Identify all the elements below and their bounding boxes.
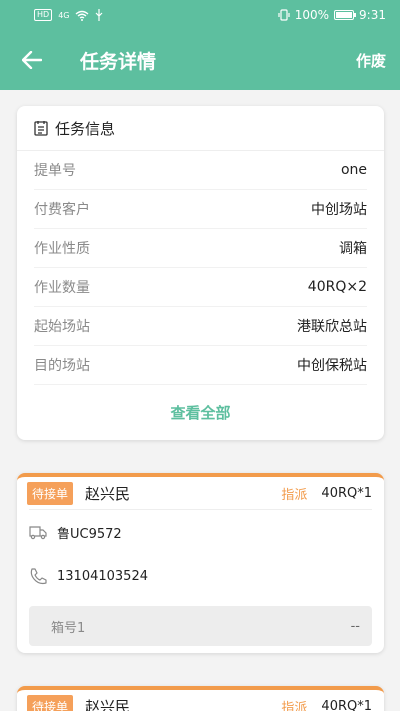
hd-indicator: HD bbox=[34, 9, 53, 21]
container-number-value: -- bbox=[350, 618, 360, 634]
info-value: 40RQ×2 bbox=[307, 279, 367, 295]
info-value: 中创场站 bbox=[311, 202, 367, 218]
info-value: 调箱 bbox=[339, 241, 367, 257]
driver-phone[interactable]: 13104103524 bbox=[57, 569, 148, 584]
info-label: 起始场站 bbox=[34, 319, 90, 335]
container-number-row: 箱号1 -- bbox=[29, 606, 372, 646]
info-row-destination: 目的场站 中创保税站 bbox=[34, 346, 367, 385]
void-button[interactable]: 作废 bbox=[356, 50, 386, 71]
page-title: 任务详情 bbox=[80, 50, 157, 73]
truck-icon bbox=[29, 526, 47, 540]
vehicle-plate: 鲁UC9572 bbox=[57, 526, 122, 542]
clock: 9:31 bbox=[359, 8, 386, 22]
driver-name: 赵兴民 bbox=[85, 484, 131, 503]
wifi-icon bbox=[76, 10, 89, 21]
info-label: 提单号 bbox=[34, 163, 76, 179]
info-label: 付费客户 bbox=[34, 202, 90, 218]
task-info-card: 任务信息 提单号 one 付费客户 中创场站 作业性质 调箱 作业数量 40RQ… bbox=[17, 106, 384, 440]
task-info-title: 任务信息 bbox=[55, 119, 116, 138]
back-button[interactable] bbox=[0, 30, 64, 90]
phone-row: 13104103524 bbox=[29, 554, 372, 598]
battery-fill bbox=[336, 12, 353, 18]
info-value: one bbox=[340, 162, 367, 178]
vibrate-icon bbox=[278, 9, 290, 21]
app-header: 任务详情 作废 bbox=[0, 30, 400, 90]
info-label: 作业性质 bbox=[34, 241, 90, 257]
info-label: 作业数量 bbox=[34, 280, 90, 296]
assign-button[interactable]: 指派 bbox=[281, 484, 307, 503]
driver-card[interactable]: 待接单 赵兴民 指派 40RQ*1 bbox=[17, 686, 384, 711]
driver-card-header: 待接单 赵兴民 指派 40RQ*1 bbox=[27, 690, 372, 711]
container-quantity: 40RQ*1 bbox=[321, 485, 372, 501]
task-info-header: 任务信息 bbox=[17, 106, 384, 151]
back-arrow-icon bbox=[22, 51, 42, 69]
info-label: 目的场站 bbox=[34, 358, 90, 374]
info-row-nature: 作业性质 调箱 bbox=[34, 229, 367, 268]
vehicle-plate-row: 鲁UC9572 bbox=[29, 510, 372, 554]
info-row-origin: 起始场站 港联欣总站 bbox=[34, 307, 367, 346]
info-row-customer: 付费客户 中创场站 bbox=[34, 190, 367, 229]
battery-icon bbox=[334, 10, 357, 20]
battery-percent: 100% bbox=[294, 8, 330, 22]
status-badge: 待接单 bbox=[27, 694, 74, 711]
info-row-bill: 提单号 one bbox=[34, 151, 367, 190]
clipboard-list-icon bbox=[34, 121, 48, 136]
driver-name: 赵兴民 bbox=[85, 697, 131, 711]
info-row-quantity: 作业数量 40RQ×2 bbox=[34, 268, 367, 307]
usb-icon bbox=[96, 9, 103, 21]
container-quantity: 40RQ*1 bbox=[321, 698, 372, 711]
status-badge: 待接单 bbox=[27, 481, 74, 505]
driver-card-header: 待接单 赵兴民 指派 40RQ*1 bbox=[27, 477, 372, 510]
view-all-button[interactable]: 查看全部 bbox=[17, 385, 384, 440]
info-value: 港联欣总站 bbox=[297, 319, 367, 335]
signal-label: 4G bbox=[58, 10, 70, 20]
info-value: 中创保税站 bbox=[297, 358, 367, 374]
driver-card[interactable]: 待接单 赵兴民 指派 40RQ*1 鲁UC9572 13104103524 箱号… bbox=[17, 473, 384, 653]
status-bar: HD 4G 100% 9:31 bbox=[0, 0, 400, 30]
container-number-label: 箱号1 bbox=[51, 620, 86, 636]
assign-button[interactable]: 指派 bbox=[281, 697, 307, 711]
phone-icon bbox=[30, 568, 47, 585]
